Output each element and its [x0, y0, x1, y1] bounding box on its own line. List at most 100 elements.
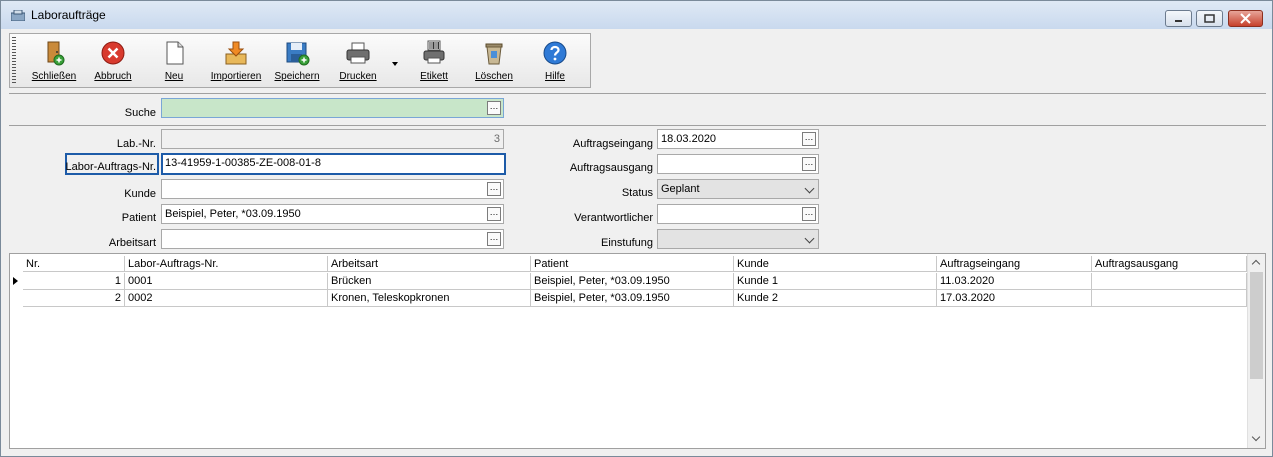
delete-button[interactable]: Löschen	[466, 40, 522, 86]
labor-auftrags-nr-value: 13-41959-1-00385-ZE-008-01-8	[165, 157, 321, 169]
search-input[interactable]: …	[161, 98, 504, 118]
auftragseingang-value: 18.03.2020	[661, 133, 717, 145]
orders-grid[interactable]: Nr. Labor-Auftrags-Nr. Arbeitsart Patien…	[9, 253, 1266, 449]
import-icon	[225, 41, 247, 65]
trash-icon	[485, 43, 503, 65]
verantwortlicher-input[interactable]: …	[657, 204, 819, 224]
current-row-indicator-icon	[13, 277, 18, 285]
column-header-patient[interactable]: Patient	[531, 256, 734, 272]
print-button[interactable]: Drucken	[330, 40, 386, 86]
column-header-auftragsausgang[interactable]: Auftragsausgang	[1092, 256, 1247, 272]
patient-value: Beispiel, Peter, *03.09.1950	[165, 208, 301, 220]
close-button-label: Schließen	[31, 71, 77, 82]
minimize-button[interactable]	[1165, 10, 1192, 27]
save-disk-icon	[286, 42, 310, 66]
toolbar: Schließen Abbruch Neu Importieren Speich…	[9, 33, 591, 88]
auftragseingang-input[interactable]: 18.03.2020 …	[657, 129, 819, 149]
vertical-scrollbar[interactable]	[1247, 254, 1265, 448]
einstufung-select[interactable]	[657, 229, 819, 249]
lab-nr-value: 3	[493, 133, 500, 145]
label-button-label: Etikett	[420, 71, 448, 82]
cell-auftrags-nr[interactable]: 0001	[125, 273, 328, 290]
column-header-labor-auftrags-nr[interactable]: Labor-Auftrags-Nr.	[125, 256, 328, 272]
arbeitsart-input[interactable]: …	[161, 229, 504, 249]
import-button-label: Importieren	[210, 71, 262, 82]
print-button-label: Drucken	[339, 71, 377, 82]
cell-eingang[interactable]: 11.03.2020	[937, 273, 1092, 290]
kunde-label: Kunde	[124, 188, 156, 200]
help-icon	[543, 41, 567, 65]
minimize-icon	[1175, 20, 1182, 22]
import-button[interactable]: Importieren	[208, 40, 264, 86]
lab-nr-field: 3	[161, 129, 504, 149]
auftragsausgang-picker-button[interactable]: …	[802, 157, 816, 171]
scroll-down-icon[interactable]	[1251, 432, 1261, 442]
door-exit-icon	[47, 41, 65, 66]
new-button[interactable]: Neu	[146, 40, 202, 86]
auftragsausgang-input[interactable]: …	[657, 154, 819, 174]
new-button-label: Neu	[164, 71, 184, 82]
cell-nr[interactable]: 2	[23, 290, 125, 307]
search-label: Suche	[124, 107, 156, 119]
cell-nr[interactable]: 1	[23, 273, 125, 290]
chevron-down-icon	[804, 233, 815, 244]
cell-auftrags-nr[interactable]: 0002	[125, 290, 328, 307]
patient-browse-button[interactable]: …	[487, 207, 501, 221]
cell-patient[interactable]: Beispiel, Peter, *03.09.1950	[531, 290, 734, 307]
verantwortlicher-browse-button[interactable]: …	[802, 207, 816, 221]
chevron-down-icon	[804, 183, 815, 194]
column-header-nr[interactable]: Nr.	[23, 256, 125, 272]
new-document-icon	[166, 41, 184, 65]
cancel-button[interactable]: Abbruch	[85, 40, 141, 86]
close-icon	[1240, 13, 1251, 24]
lab-nr-label: Lab.-Nr.	[116, 138, 156, 150]
title-bar: Laboraufträge	[1, 1, 1272, 29]
cell-patient[interactable]: Beispiel, Peter, *03.09.1950	[531, 273, 734, 290]
cell-kunde[interactable]: Kunde 2	[734, 290, 937, 307]
app-icon	[11, 10, 25, 21]
column-header-arbeitsart[interactable]: Arbeitsart	[328, 256, 531, 272]
toolbar-grip[interactable]	[12, 37, 16, 85]
print-dropdown-icon[interactable]	[392, 62, 398, 66]
cell-ausgang[interactable]	[1092, 290, 1247, 307]
auftragsausgang-label: Auftragsausgang	[569, 162, 653, 174]
barcode-printer-icon	[423, 40, 445, 64]
close-window-button[interactable]	[1228, 10, 1263, 27]
help-button[interactable]: Hilfe	[527, 40, 583, 86]
column-header-auftragseingang[interactable]: Auftragseingang	[937, 256, 1092, 272]
cancel-button-label: Abbruch	[94, 71, 132, 82]
column-header-kunde[interactable]: Kunde	[734, 256, 937, 272]
scrollbar-thumb[interactable]	[1250, 272, 1263, 379]
label-button[interactable]: Etikett	[406, 40, 462, 86]
search-browse-button[interactable]: …	[487, 101, 501, 115]
scroll-up-icon[interactable]	[1251, 259, 1261, 269]
save-button[interactable]: Speichern	[269, 40, 325, 86]
auftragseingang-picker-button[interactable]: …	[802, 132, 816, 146]
cell-ausgang[interactable]	[1092, 273, 1247, 290]
maximize-button[interactable]	[1196, 10, 1223, 27]
delete-button-label: Löschen	[475, 71, 513, 82]
status-label: Status	[621, 187, 653, 199]
status-value: Geplant	[661, 183, 700, 195]
maximize-icon	[1204, 14, 1215, 23]
window-title: Laboraufträge	[31, 8, 106, 22]
patient-input[interactable]: Beispiel, Peter, *03.09.1950 …	[161, 204, 504, 224]
kunde-input[interactable]: …	[161, 179, 504, 199]
save-button-label: Speichern	[274, 71, 320, 82]
cell-kunde[interactable]: Kunde 1	[734, 273, 937, 290]
arbeitsart-browse-button[interactable]: …	[487, 232, 501, 246]
kunde-browse-button[interactable]: …	[487, 182, 501, 196]
cell-arbeitsart[interactable]: Kronen, Teleskopkronen	[328, 290, 531, 307]
auftragseingang-label: Auftragseingang	[572, 138, 653, 150]
labor-auftrags-nr-label: Labor-Auftrags-Nr.	[65, 161, 156, 173]
toolbar-divider	[9, 93, 1266, 94]
status-select[interactable]: Geplant	[657, 179, 819, 199]
help-button-label: Hilfe	[544, 71, 565, 82]
labor-auftrags-nr-input[interactable]: 13-41959-1-00385-ZE-008-01-8	[161, 153, 506, 175]
verantwortlicher-label: Verantwortlicher	[574, 212, 653, 224]
search-divider	[9, 125, 1266, 126]
close-button[interactable]: Schließen	[26, 40, 82, 86]
cell-eingang[interactable]: 17.03.2020	[937, 290, 1092, 307]
arbeitsart-label: Arbeitsart	[108, 237, 156, 249]
cell-arbeitsart[interactable]: Brücken	[328, 273, 531, 290]
